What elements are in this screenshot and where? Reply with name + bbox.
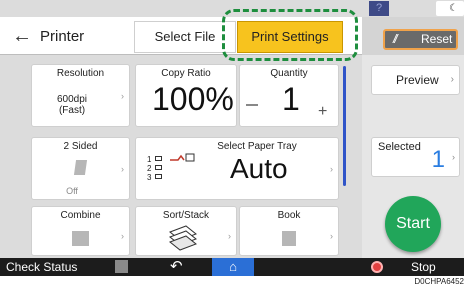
reset-icon: // (393, 32, 397, 46)
selected-label: Selected (378, 141, 421, 153)
chevron-right-icon: › (228, 231, 231, 241)
print-settings-highlight (222, 9, 358, 61)
chevron-right-icon: › (330, 231, 333, 241)
resolution-card[interactable]: Resolution 600dpi (Fast) › (31, 64, 130, 127)
reset-label: Reset (421, 32, 453, 46)
two-sided-label: 2 Sided (63, 141, 98, 152)
undo-icon[interactable]: ↶ (170, 258, 183, 276)
quantity-value: 1 (282, 81, 300, 117)
reset-button[interactable]: // Reset (383, 29, 458, 50)
tray-number: 1 (147, 155, 152, 164)
stop-icon[interactable] (371, 261, 383, 273)
home-button[interactable]: ⌂ (212, 258, 254, 276)
selected-count-button[interactable]: Selected 1 › (371, 137, 460, 177)
tray-number: 3 (147, 173, 152, 182)
paper-feed-icon (170, 153, 195, 162)
book-icon (282, 231, 296, 246)
two-sided-icon (73, 160, 88, 175)
quantity-label: Quantity (270, 68, 308, 79)
job-list-icon[interactable] (115, 260, 128, 273)
resolution-value: 600dpi (Fast) (32, 94, 112, 116)
sort-stack-icon (169, 225, 197, 251)
copy-ratio-value: 100% (152, 81, 234, 117)
combine-icon (72, 231, 89, 246)
chevron-right-icon: › (228, 91, 231, 101)
settings-scrollbar[interactable] (343, 66, 346, 186)
paper-tray-icon (155, 165, 162, 170)
paper-tray-card[interactable]: Select Paper Tray Auto › (135, 137, 339, 200)
chevron-right-icon: › (330, 164, 333, 174)
paper-tray-label: Select Paper Tray (217, 141, 297, 152)
combine-label: Combine (60, 210, 101, 221)
start-button[interactable]: Start (385, 196, 441, 252)
moon-icon[interactable]: ☾ (436, 1, 464, 16)
help-icon[interactable]: ? (369, 1, 389, 16)
tray-number: 2 (147, 164, 152, 173)
page-title: Printer (40, 28, 85, 45)
copy-ratio-label: Copy Ratio (161, 68, 211, 79)
resolution-label: Resolution (56, 68, 105, 79)
chevron-right-icon: › (121, 164, 124, 174)
chevron-right-icon: › (450, 74, 454, 85)
combine-card[interactable]: Combine › (31, 206, 130, 256)
two-sided-card[interactable]: 2 Sided Off › (31, 137, 130, 200)
copy-ratio-card[interactable]: Copy Ratio 100% › (135, 64, 237, 127)
back-arrow-icon[interactable]: ← (6, 22, 38, 52)
selected-count: 1 (431, 146, 445, 173)
sort-stack-card[interactable]: Sort/Stack › (135, 206, 237, 256)
book-label: Book (277, 210, 301, 221)
sort-stack-label: Sort/Stack (162, 210, 210, 221)
paper-tray-icon (155, 156, 162, 161)
figure-code: D0CHPA6452 (414, 277, 464, 286)
resolution-dpi: 600dpi (56, 94, 88, 105)
paper-tray-icon (155, 174, 162, 179)
quantity-plus-button[interactable]: + (318, 103, 327, 121)
tab-select-file[interactable]: Select File (134, 21, 236, 53)
preview-label: Preview (396, 73, 439, 87)
paper-tray-value: Auto (230, 153, 288, 184)
chevron-right-icon: › (121, 231, 124, 241)
two-sided-value: Off (66, 186, 78, 196)
book-card[interactable]: Book › (239, 206, 339, 256)
check-status-button[interactable]: Check Status (6, 258, 77, 276)
quantity-minus-button[interactable] (246, 104, 258, 106)
stop-button[interactable]: Stop (411, 258, 436, 276)
chevron-right-icon: › (121, 91, 124, 101)
preview-button[interactable]: Preview › (371, 65, 460, 95)
chevron-right-icon: › (452, 152, 455, 162)
resolution-mode: (Fast) (58, 105, 86, 116)
tray-numbers: 1 2 3 (147, 155, 151, 182)
